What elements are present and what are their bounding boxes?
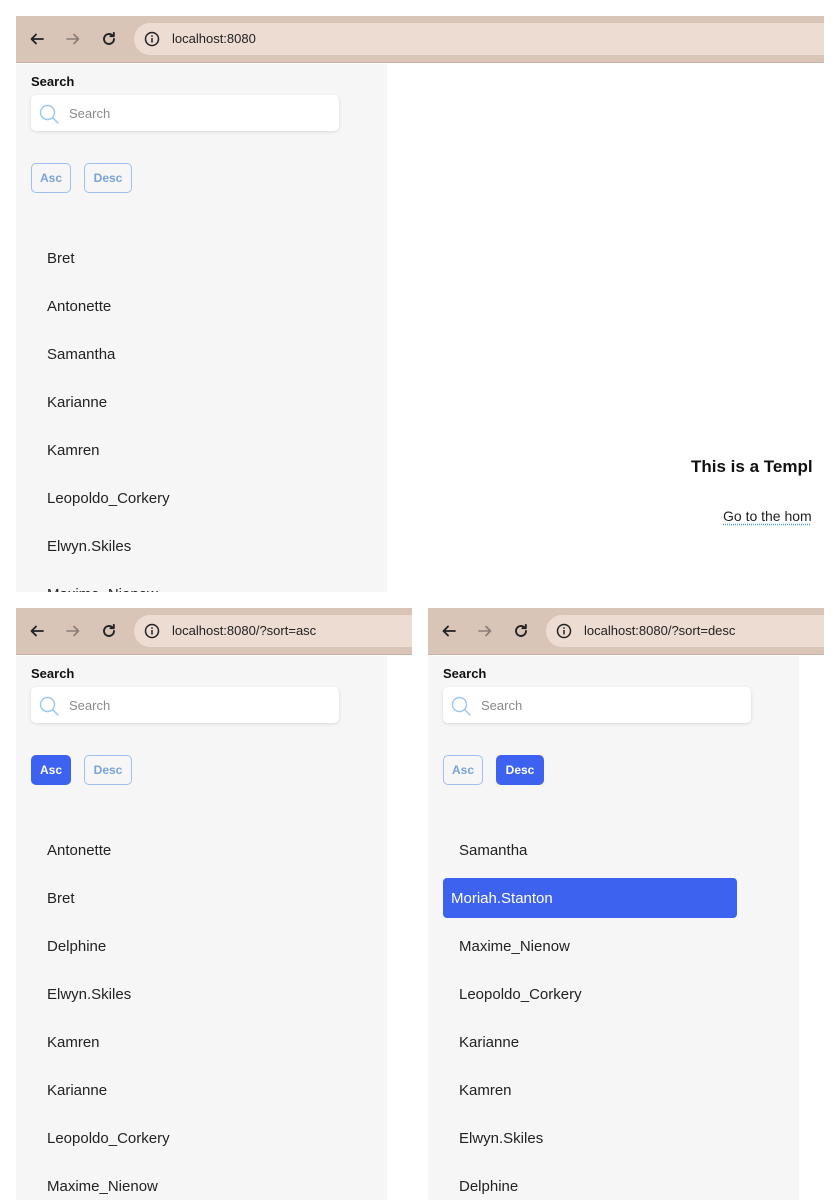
search-input[interactable] [69,103,319,123]
search-box[interactable] [31,687,339,723]
asc-button[interactable]: Asc [31,755,71,785]
list-item[interactable]: Elwyn.Skiles [31,970,331,1018]
list-item[interactable]: Leopoldo_Corkery [443,970,743,1018]
reload-icon [103,31,115,45]
search-icon [39,696,59,716]
search-label: Search [31,74,75,89]
list-item[interactable]: Maxime_Nienow [443,922,743,970]
list-item[interactable]: Elwyn.Skiles [31,522,331,570]
list-item[interactable]: Karianne [31,1066,331,1114]
forward-button[interactable] [474,620,496,642]
search-icon [451,696,471,716]
browser-toolbar: localhost:8080/?sort=asc [16,608,412,655]
arrow-right-icon [66,33,80,45]
list-item[interactable]: Antonette [31,282,331,330]
arrow-left-icon [442,625,456,637]
url-text: localhost:8080 [172,31,256,46]
desc-button[interactable]: Desc [496,755,544,785]
list-item[interactable]: Kamren [31,1018,331,1066]
list-item[interactable]: Maxime_Nienow [31,1162,331,1200]
search-input[interactable] [69,695,319,715]
back-button[interactable] [26,28,48,50]
user-list: Bret Antonette Samantha Karianne Kamren … [31,234,331,593]
search-label: Search [31,666,75,681]
search-box[interactable] [443,687,751,723]
user-list: Samantha Moriah.Stanton Maxime_Nienow Le… [443,826,743,1200]
list-item[interactable]: Karianne [31,378,331,426]
list-item[interactable]: Delphine [443,1162,743,1200]
desc-button[interactable]: Desc [84,163,132,193]
list-item[interactable]: Leopoldo_Corkery [31,1114,331,1162]
list-item-active[interactable]: Moriah.Stanton [443,878,737,918]
reload-button[interactable] [510,620,532,642]
arrow-left-icon [30,625,44,637]
list-item[interactable]: Leopoldo_Corkery [31,474,331,522]
back-button[interactable] [26,620,48,642]
arrow-left-icon [30,33,44,45]
list-item[interactable]: Bret [31,234,331,282]
search-label: Search [443,666,487,681]
list-item[interactable]: Bret [31,874,331,922]
list-item[interactable]: Antonette [31,826,331,874]
page-title: This is a Templ [691,457,813,476]
sidebar: Search Asc Desc Bret Antonette Samantha … [16,64,387,592]
screenshot-sort-asc: localhost:8080/?sort=asc Search Asc Desc… [16,608,412,1200]
address-bar[interactable]: localhost:8080 [134,23,824,55]
info-icon[interactable] [556,623,572,639]
list-item[interactable]: Maxime_Nienow [31,570,331,593]
reload-icon [103,623,115,637]
search-icon [39,104,59,124]
search-input[interactable] [481,695,731,715]
list-item[interactable]: Elwyn.Skiles [443,1114,743,1162]
sidebar: Search Asc Desc Samantha Moriah.Stanton … [428,656,799,1200]
sidebar: Search Asc Desc Antonette Bret Delphine … [16,656,387,1200]
screenshot-sort-desc: localhost:8080/?sort=desc Search Asc Des… [428,608,824,1200]
back-button[interactable] [438,620,460,642]
forward-button[interactable] [62,620,84,642]
reload-button[interactable] [98,620,120,642]
browser-toolbar: localhost:8080 [16,16,824,63]
list-item[interactable]: Samantha [31,330,331,378]
arrow-right-icon [478,625,492,637]
reload-button[interactable] [98,28,120,50]
search-box[interactable] [31,95,339,131]
list-item[interactable]: Karianne [443,1018,743,1066]
asc-button[interactable]: Asc [31,163,71,193]
info-icon[interactable] [144,623,160,639]
list-item[interactable]: Delphine [31,922,331,970]
list-item[interactable]: Kamren [443,1066,743,1114]
address-bar[interactable]: localhost:8080/?sort=asc [134,615,412,647]
forward-button[interactable] [62,28,84,50]
list-item[interactable]: Kamren [31,426,331,474]
user-list: Antonette Bret Delphine Elwyn.Skiles Kam… [31,826,331,1200]
address-bar[interactable]: localhost:8080/?sort=desc [546,615,824,647]
desc-button[interactable]: Desc [84,755,132,785]
reload-icon [515,623,527,637]
screenshot-default: localhost:8080 Search Asc Desc Bret Anto… [16,16,824,592]
url-text: localhost:8080/?sort=desc [584,623,736,638]
browser-toolbar: localhost:8080/?sort=desc [428,608,824,655]
info-icon[interactable] [144,31,160,47]
arrow-right-icon [66,625,80,637]
home-link[interactable]: Go to the hom [723,508,812,524]
asc-button[interactable]: Asc [443,755,483,785]
list-item[interactable]: Samantha [443,826,743,874]
url-text: localhost:8080/?sort=asc [172,623,317,638]
